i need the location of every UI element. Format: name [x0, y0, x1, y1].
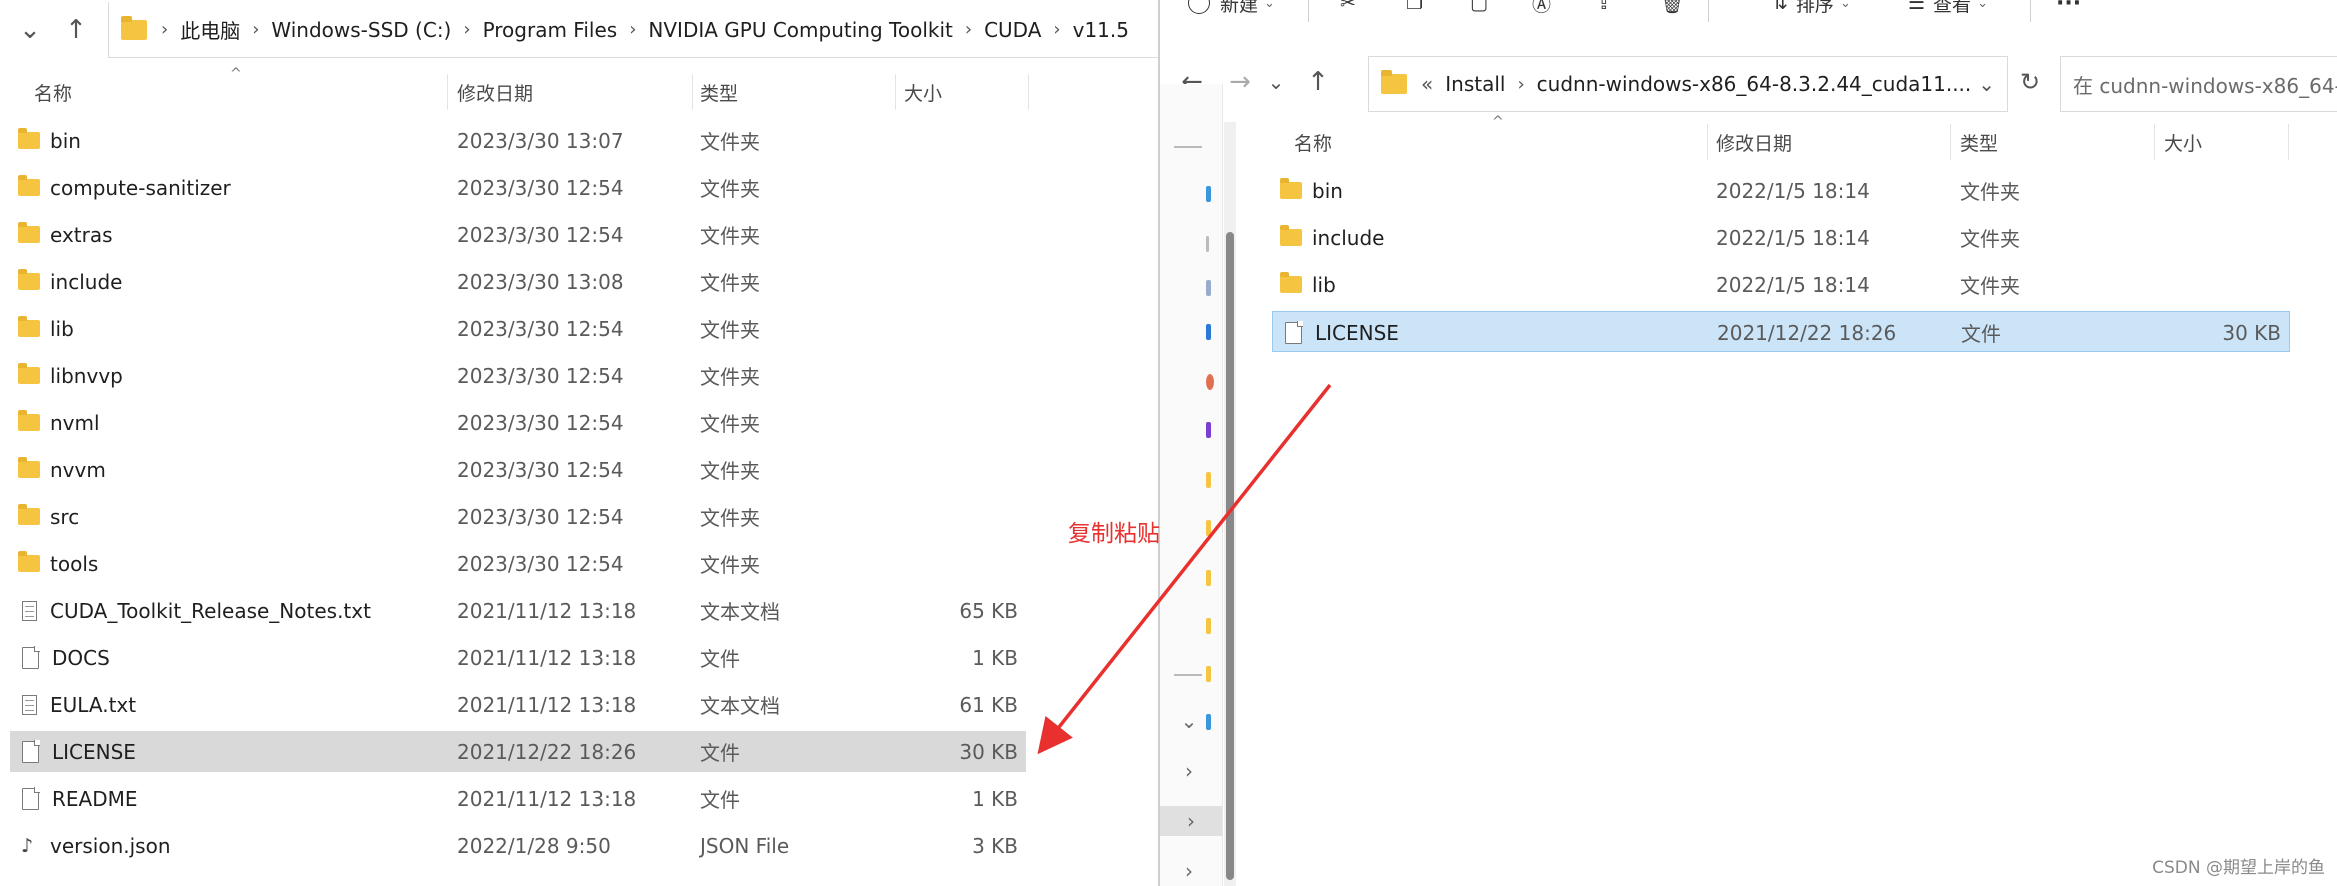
watermark: CSDN @期望上岸的鱼 — [2152, 858, 2325, 878]
copy-paste-annotation: 复制粘贴 — [1068, 521, 1160, 547]
copy-paste-arrow — [1037, 383, 1332, 755]
